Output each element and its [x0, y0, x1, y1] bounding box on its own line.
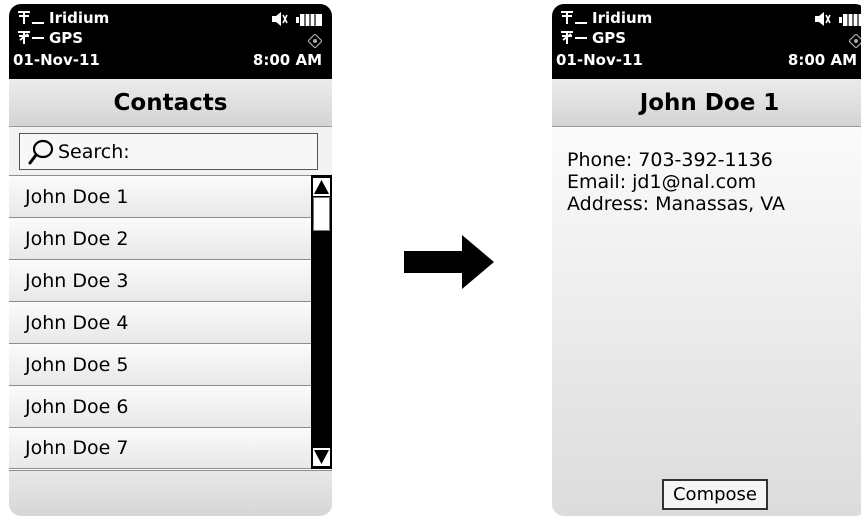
- search-area: Search:: [9, 127, 332, 175]
- status-time: 8:00 AM: [252, 51, 322, 69]
- contact-detail-screen: Iridium GPS 01-Nov-11 8:00 AM John Doe 1…: [552, 4, 861, 516]
- gps-status: GPS: [560, 30, 626, 46]
- satellite-signal-icon: [560, 31, 588, 45]
- iridium-label: Iridium: [49, 9, 110, 27]
- list-item[interactable]: John Doe 3: [9, 259, 311, 301]
- scroll-down-arrow-icon[interactable]: [313, 448, 330, 466]
- status-date: 01-Nov-11: [13, 51, 100, 69]
- gps-label: GPS: [592, 29, 627, 47]
- contacts-screen: Iridium GPS 01-Nov-11 8:00 AM Contacts S…: [9, 4, 332, 516]
- satellite-signal-icon: [17, 11, 45, 25]
- status-time: 8:00 AM: [787, 51, 857, 69]
- list-item[interactable]: John Doe 1: [9, 175, 311, 217]
- address-text: Address: Manassas, VA: [567, 193, 786, 215]
- gps-fix-icon: [848, 33, 861, 52]
- list-item[interactable]: John Doe 7: [9, 427, 311, 469]
- battery-icon: [296, 12, 322, 30]
- scrollbar-thumb[interactable]: [313, 197, 330, 231]
- page-title: Contacts: [9, 79, 332, 127]
- search-input[interactable]: Search:: [19, 133, 318, 170]
- email-text: Email: jd1@nal.com: [567, 171, 757, 193]
- status-date: 01-Nov-11: [556, 51, 643, 69]
- scroll-up-arrow-icon[interactable]: [313, 178, 330, 196]
- compose-button[interactable]: Compose: [662, 479, 768, 510]
- speaker-mute-icon: [813, 10, 831, 32]
- battery-icon: [839, 12, 861, 30]
- list-item[interactable]: John Doe 2: [9, 217, 311, 259]
- status-bar: Iridium GPS 01-Nov-11 8:00 AM: [9, 4, 332, 79]
- scrollbar[interactable]: [311, 175, 332, 469]
- speaker-mute-icon: [270, 10, 288, 32]
- status-bar: Iridium GPS 01-Nov-11 8:00 AM: [552, 4, 861, 79]
- page-title: John Doe 1: [552, 79, 861, 127]
- list-item[interactable]: John Doe 5: [9, 343, 311, 385]
- contact-list: John Doe 1 John Doe 2 John Doe 3 John Do…: [9, 175, 311, 469]
- phone-text: Phone: 703-392-1136: [567, 149, 773, 171]
- list-item[interactable]: John Doe 4: [9, 301, 311, 343]
- search-label: Search:: [58, 140, 130, 163]
- gps-fix-icon: [307, 33, 323, 52]
- satellite-signal-icon: [17, 31, 45, 45]
- iridium-label: Iridium: [592, 9, 653, 27]
- footer-bar: [9, 470, 332, 516]
- list-item[interactable]: John Doe 6: [9, 385, 311, 427]
- contact-details: Phone: 703-392-1136 Email: jd1@nal.com A…: [552, 127, 861, 516]
- iridium-status: Iridium: [560, 10, 652, 26]
- satellite-signal-icon: [560, 11, 588, 25]
- magnifier-icon: [28, 139, 54, 165]
- gps-status: GPS: [17, 30, 83, 46]
- right-arrow-icon: [404, 235, 494, 293]
- gps-label: GPS: [49, 29, 84, 47]
- iridium-status: Iridium: [17, 10, 109, 26]
